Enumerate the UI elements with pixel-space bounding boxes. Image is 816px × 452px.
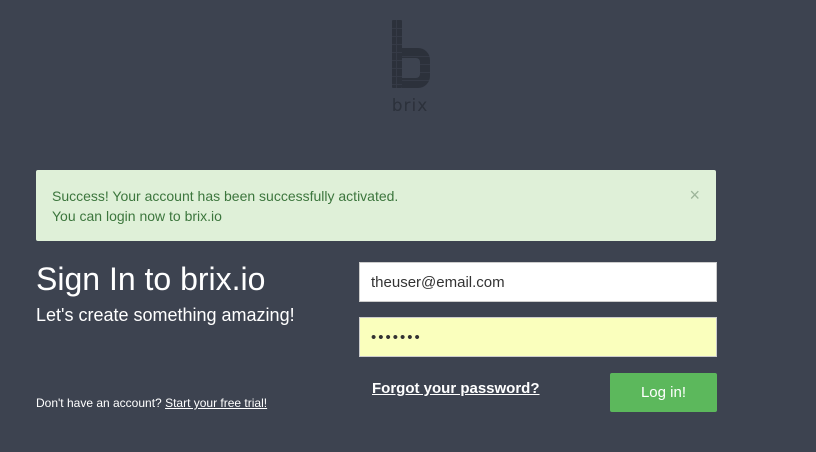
alert-message: Success! Your account has been successfu… bbox=[52, 188, 399, 204]
password-field[interactable] bbox=[359, 317, 717, 357]
forgot-password-link[interactable]: Forgot your password? bbox=[372, 380, 540, 398]
close-icon[interactable]: × bbox=[689, 185, 700, 205]
brix-logo-icon bbox=[392, 20, 430, 88]
signup-prompt: Don't have an account? Start your free t… bbox=[36, 395, 267, 411]
email-field[interactable] bbox=[359, 262, 717, 302]
free-trial-link[interactable]: Start your free trial! bbox=[165, 396, 267, 410]
alert-submessage: You can login now to brix.io bbox=[52, 208, 222, 224]
page-title: Sign In to brix.io bbox=[36, 261, 266, 297]
signup-prompt-text: Don't have an account? bbox=[36, 396, 162, 410]
login-button[interactable]: Log in! bbox=[610, 373, 717, 412]
success-alert: Success! Your account has been successfu… bbox=[36, 170, 716, 241]
brix-logo: brix bbox=[388, 18, 432, 118]
page-subtitle: Let's create something amazing! bbox=[36, 305, 295, 325]
logo-text: brix bbox=[391, 96, 429, 116]
